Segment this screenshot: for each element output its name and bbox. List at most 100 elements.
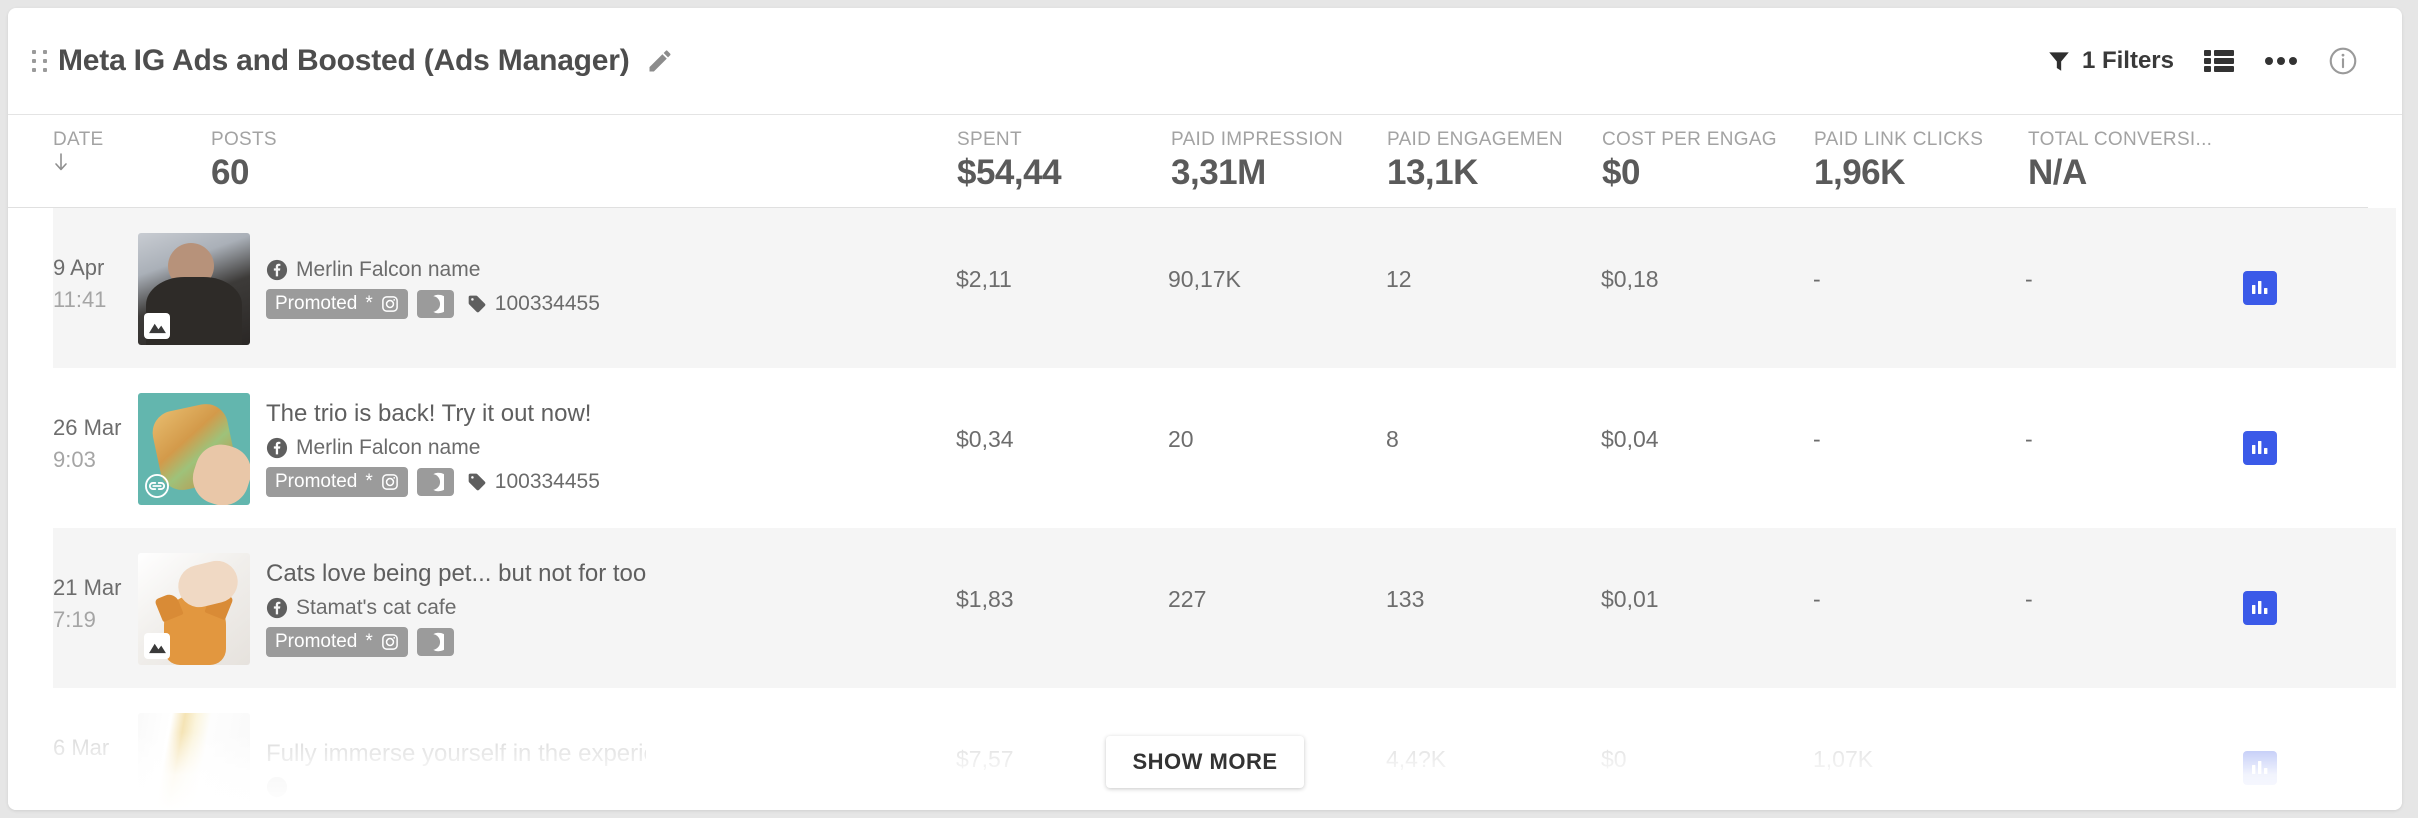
column-label-spent: SPENT bbox=[957, 129, 1022, 150]
widget-card: Meta IG Ads and Boosted (Ads Manager) 1 … bbox=[8, 8, 2402, 810]
profile-name: Merlin Falcon name bbox=[296, 257, 481, 281]
cell-paid-impression: 90,17K bbox=[1168, 266, 1241, 292]
badge-line: Promoted * bbox=[266, 288, 646, 319]
cell-paid-link-clicks: - bbox=[1813, 426, 1821, 452]
cell-spent: $1,83 bbox=[956, 586, 1014, 612]
column-header-spent[interactable]: SPENT $54,44 bbox=[957, 115, 1062, 193]
cell-cost-per-engagement: $0,04 bbox=[1601, 426, 1659, 452]
crescent-moon-icon bbox=[416, 628, 454, 656]
column-label-total-conversions: TOTAL CONVERSI... bbox=[2028, 129, 2213, 150]
cell-paid-engagement: 133 bbox=[1386, 586, 1425, 612]
column-header-date[interactable]: DATE bbox=[53, 115, 109, 171]
image-icon bbox=[144, 313, 170, 339]
show-more-container: SHOW MORE bbox=[8, 736, 2402, 788]
promoted-badge-separator: * bbox=[365, 631, 373, 652]
tag-id: 100334455 bbox=[494, 470, 600, 493]
table-row[interactable]: 21 Mar 7:19 Cats love being pet... but n… bbox=[53, 528, 2396, 688]
filters-label: 1 Filters bbox=[2081, 47, 2174, 74]
cell-spent: $2,11 bbox=[956, 266, 1012, 292]
column-total-posts: 60 bbox=[211, 153, 249, 192]
drag-handle-icon[interactable] bbox=[22, 50, 58, 72]
promoted-badge-separator: * bbox=[365, 471, 373, 492]
link-icon bbox=[144, 473, 170, 499]
column-header-posts[interactable]: POSTS 60 bbox=[211, 115, 277, 193]
more-horizontal-icon[interactable] bbox=[2250, 36, 2312, 86]
badge-line: Promoted * bbox=[266, 627, 646, 657]
tag-icon bbox=[467, 294, 487, 314]
profile-name: Merlin Falcon name bbox=[296, 436, 481, 459]
column-header-paid-impression[interactable]: PAID IMPRESSION 3,31M bbox=[1171, 115, 1361, 193]
badge-line: Promoted * bbox=[266, 467, 646, 497]
profile-line: Merlin Falcon name bbox=[266, 258, 646, 282]
cell-paid-impression: 20 bbox=[1168, 426, 1194, 452]
crescent-moon-icon bbox=[416, 289, 454, 318]
info-circle-icon[interactable] bbox=[2312, 36, 2374, 86]
cell-paid-link-clicks: - bbox=[1813, 586, 1821, 612]
column-label-paid-link-clicks: PAID LINK CLICKS bbox=[1814, 129, 1984, 150]
post-text: Cats love being pet... but not for too l… bbox=[266, 560, 646, 587]
promoted-badge: Promoted * bbox=[266, 627, 408, 657]
drag-dots bbox=[32, 50, 48, 72]
cell-paid-impression: 227 bbox=[1168, 586, 1207, 612]
table-row[interactable]: 9 Apr 11:41 Merlin Falcon name Promoted … bbox=[53, 208, 2396, 368]
list-view-icon[interactable] bbox=[2188, 36, 2250, 86]
facebook-icon bbox=[266, 437, 288, 459]
promoted-badge-separator: * bbox=[365, 292, 373, 314]
cell-paid-engagement: 12 bbox=[1386, 266, 1412, 292]
promoted-badge-label: Promoted bbox=[275, 631, 358, 652]
promoted-badge: Promoted * bbox=[266, 288, 408, 319]
column-header-cost-per-engagement[interactable]: COST PER ENGAG $0 bbox=[1602, 115, 1802, 193]
table-body: 9 Apr 11:41 Merlin Falcon name Promoted … bbox=[8, 208, 2402, 810]
table-row[interactable]: 26 Mar 9:03 The trio is back! Try it out… bbox=[53, 368, 2396, 528]
post-text: The trio is back! Try it out now! bbox=[266, 400, 592, 427]
show-more-button[interactable]: SHOW MORE bbox=[1106, 736, 1304, 788]
table-column-headers: DATE POSTS 60 SPENT $54,44 PAID IMPRESSI… bbox=[8, 115, 2368, 208]
facebook-icon bbox=[266, 597, 288, 619]
bar-chart-icon[interactable] bbox=[2243, 591, 2277, 625]
column-label-posts: POSTS bbox=[211, 129, 277, 150]
column-label-paid-engagement: PAID ENGAGEMEN bbox=[1387, 129, 1563, 150]
widget-header: Meta IG Ads and Boosted (Ads Manager) 1 … bbox=[8, 8, 2402, 115]
profile-line: Stamat's cat cafe bbox=[266, 596, 646, 620]
cell-total-conversions: - bbox=[2025, 266, 2033, 292]
facebook-icon bbox=[266, 259, 288, 281]
column-total-paid-engagement: 13,1K bbox=[1387, 153, 1478, 192]
profile-name: Stamat's cat cafe bbox=[296, 596, 457, 619]
column-label-paid-impression: PAID IMPRESSION bbox=[1171, 129, 1344, 150]
arrow-down-icon bbox=[53, 153, 109, 171]
cell-post: Cats love being pet... but not for too l… bbox=[266, 528, 646, 688]
promoted-badge: Promoted * bbox=[266, 467, 408, 497]
tag-line: 100334455 bbox=[467, 470, 600, 494]
cell-paid-engagement: 8 bbox=[1386, 426, 1399, 452]
filters-button[interactable]: 1 Filters bbox=[2032, 39, 2188, 83]
column-total-paid-link-clicks: 1,96K bbox=[1814, 153, 1905, 192]
instagram-icon bbox=[381, 633, 399, 651]
promoted-badge-label: Promoted bbox=[275, 292, 358, 314]
tag-icon bbox=[467, 472, 487, 492]
tag-id: 100334455 bbox=[494, 291, 600, 315]
bar-chart-icon[interactable] bbox=[2243, 271, 2277, 305]
column-header-paid-engagement[interactable]: PAID ENGAGEMEN 13,1K bbox=[1387, 115, 1604, 193]
cell-paid-link-clicks: - bbox=[1813, 266, 1821, 292]
post-thumbnail[interactable] bbox=[138, 553, 250, 665]
cell-cost-per-engagement: $0,18 bbox=[1601, 266, 1659, 292]
column-label-cost-per-engagement: COST PER ENGAG bbox=[1602, 129, 1777, 150]
cell-post: Merlin Falcon name Promoted * 100334455 bbox=[266, 208, 646, 368]
crescent-moon-icon bbox=[416, 468, 454, 496]
promoted-badge-label: Promoted bbox=[275, 471, 358, 492]
column-total-cost-per-engagement: $0 bbox=[1602, 153, 1640, 192]
post-thumbnail[interactable] bbox=[138, 233, 250, 345]
column-header-paid-link-clicks[interactable]: PAID LINK CLICKS 1,96K bbox=[1814, 115, 2019, 193]
funnel-icon bbox=[2046, 48, 2072, 74]
column-total-paid-impression: 3,31M bbox=[1171, 153, 1266, 192]
cell-cost-per-engagement: $0,01 bbox=[1601, 586, 1659, 612]
bar-chart-icon[interactable] bbox=[2243, 431, 2277, 465]
page-title: Meta IG Ads and Boosted (Ads Manager) bbox=[58, 44, 630, 77]
image-icon bbox=[144, 633, 170, 659]
post-thumbnail[interactable] bbox=[138, 393, 250, 505]
tag-line: 100334455 bbox=[467, 292, 600, 316]
cell-total-conversions: - bbox=[2025, 586, 2033, 612]
pencil-icon[interactable] bbox=[646, 47, 674, 75]
column-header-total-conversions[interactable]: TOTAL CONVERSI... N/A bbox=[2028, 115, 2248, 193]
cell-post: The trio is back! Try it out now! Merlin… bbox=[266, 368, 646, 528]
